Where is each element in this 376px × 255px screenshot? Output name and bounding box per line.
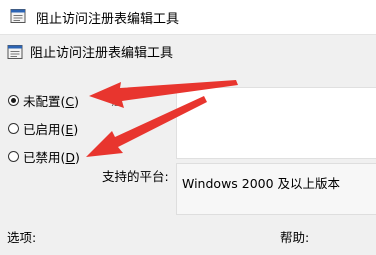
supported-platform-box: Windows 2000 及以上版本 — [176, 163, 376, 215]
disabled-label: 已禁用 — [23, 149, 61, 165]
supported-platform-label: 支持的平台: — [102, 169, 169, 184]
help-label: 帮助: — [280, 230, 310, 245]
accelerator-key: D — [65, 149, 76, 165]
policy-icon — [7, 45, 23, 59]
disabled-radio[interactable]: 已禁用(D) — [8, 147, 80, 165]
policy-icon — [10, 9, 26, 23]
radio-circle[interactable] — [8, 150, 19, 162]
policy-title: 阻止访问注册表编辑工具 — [30, 46, 174, 61]
radio-circle[interactable] — [8, 94, 19, 106]
not-configured-radio[interactable]: 未配置(C) — [8, 91, 79, 109]
accelerator-key: C — [65, 93, 75, 109]
radio-circle[interactable] — [8, 122, 19, 134]
comment-textbox[interactable] — [176, 87, 376, 159]
options-label: 选项: — [7, 230, 37, 245]
enabled-radio[interactable]: 已启用(E) — [8, 119, 78, 137]
not-configured-label: 未配置 — [23, 93, 61, 109]
title-bar: 阻止访问注册表编辑工具 — [0, 0, 376, 35]
accelerator-key: E — [65, 121, 74, 137]
enabled-label: 已启用 — [23, 121, 61, 137]
comment-label: 注 — [111, 94, 124, 108]
window-title: 阻止访问注册表编辑工具 — [36, 12, 180, 27]
supported-platform-value: Windows 2000 及以上版本 — [182, 176, 341, 191]
policy-dialog-content: 阻止访问注册表编辑工具 未配置(C) 已启用(E) 已禁用(D) 注 支持的平台… — [0, 35, 376, 255]
